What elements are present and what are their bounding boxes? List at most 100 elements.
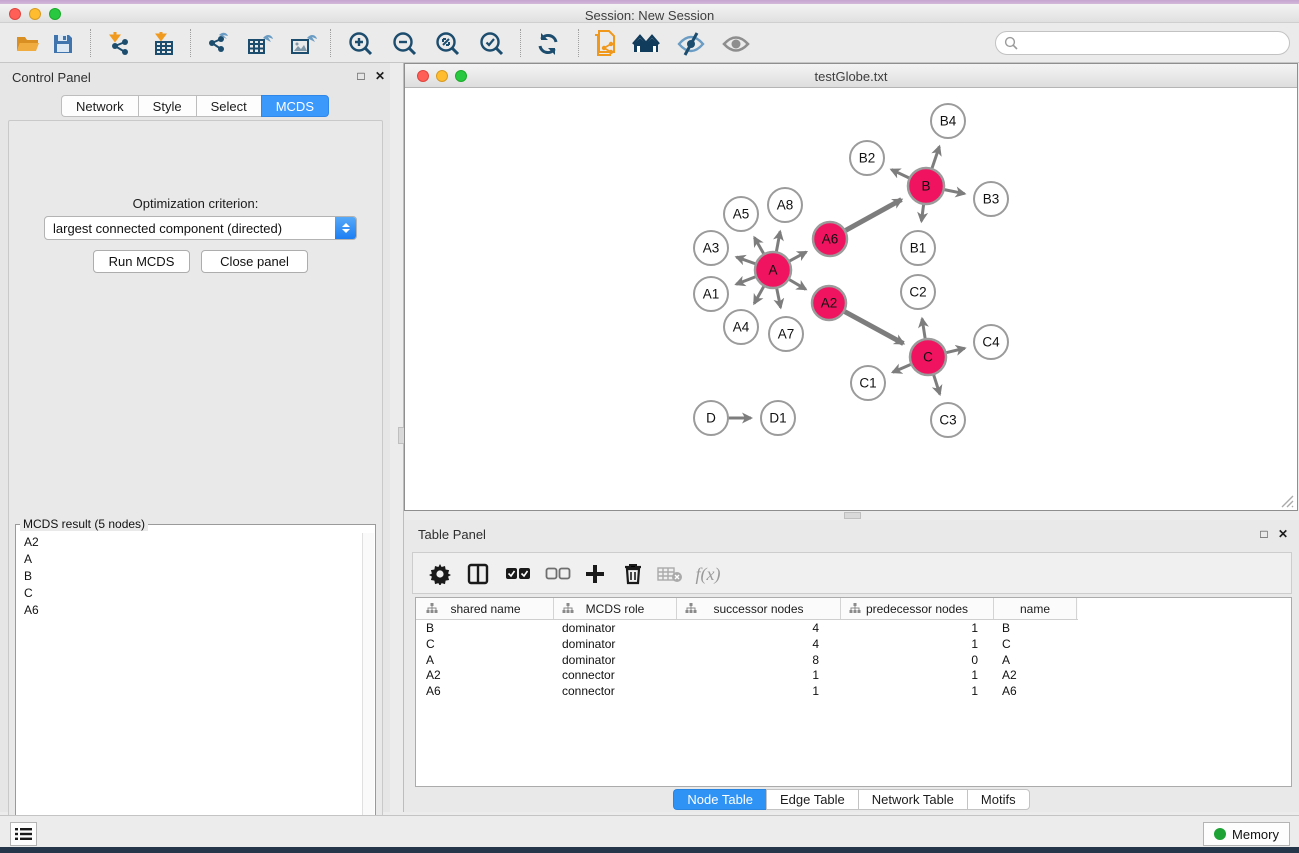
- node-B4[interactable]: B4: [931, 104, 965, 138]
- tab-network[interactable]: Network: [61, 95, 138, 117]
- refresh-icon[interactable]: [533, 29, 563, 59]
- show-columns-icon[interactable]: [463, 559, 493, 589]
- edge-B-B2[interactable]: [891, 170, 909, 179]
- edge-A-A4[interactable]: [754, 286, 764, 304]
- edge-B-B4[interactable]: [932, 147, 940, 169]
- mcds-result-item[interactable]: C: [17, 584, 362, 601]
- tab-mcds[interactable]: MCDS: [261, 95, 329, 117]
- node-B3[interactable]: B3: [974, 182, 1008, 216]
- column-header-MCDS-role[interactable]: MCDS role: [554, 598, 677, 619]
- zoom-fit-icon[interactable]: [433, 29, 463, 59]
- export-network-icon[interactable]: [203, 29, 233, 59]
- tab-style[interactable]: Style: [138, 95, 196, 117]
- edge-B-B1[interactable]: [921, 204, 923, 221]
- open-session-icon[interactable]: [13, 29, 43, 59]
- select-all-icon[interactable]: [503, 559, 533, 589]
- mcds-result-list[interactable]: A2ABCA6: [17, 533, 362, 853]
- mcds-result-item[interactable]: A: [17, 550, 362, 567]
- mcds-result-scrollbar[interactable]: [362, 533, 374, 853]
- node-A6[interactable]: A6: [813, 222, 847, 256]
- node-C1[interactable]: C1: [851, 366, 885, 400]
- tab-edge-table[interactable]: Edge Table: [766, 789, 858, 810]
- node-A1[interactable]: A1: [694, 277, 728, 311]
- edge-A-A2[interactable]: [789, 279, 806, 289]
- criterion-select[interactable]: largest connected component (directed): [44, 216, 357, 240]
- new-network-from-file-icon[interactable]: [590, 29, 620, 59]
- add-column-icon[interactable]: [580, 559, 610, 589]
- tab-select[interactable]: Select: [196, 95, 261, 117]
- edge-A-A8[interactable]: [776, 232, 780, 253]
- node-A[interactable]: A: [755, 252, 791, 288]
- float-table-panel-icon[interactable]: □: [1257, 527, 1271, 541]
- hide-selected-icon[interactable]: [676, 29, 706, 59]
- edge-A-A7[interactable]: [777, 288, 781, 308]
- import-table-icon[interactable]: [150, 29, 180, 59]
- node-C4[interactable]: C4: [974, 325, 1008, 359]
- table-row[interactable]: Bdominator41B: [416, 621, 1291, 637]
- show-all-icon[interactable]: [721, 29, 751, 59]
- memory-button[interactable]: Memory: [1203, 822, 1290, 846]
- node-A7[interactable]: A7: [769, 317, 803, 351]
- table-row[interactable]: Adominator80A: [416, 653, 1291, 669]
- window-resize-grip[interactable]: [1278, 492, 1294, 508]
- edge-C-C4[interactable]: [946, 348, 965, 353]
- network-window-titlebar[interactable]: testGlobe.txt: [405, 64, 1297, 88]
- node-A4[interactable]: A4: [724, 310, 758, 344]
- node-C2[interactable]: C2: [901, 275, 935, 309]
- close-table-panel-icon[interactable]: ✕: [1276, 527, 1290, 541]
- edge-C-C2[interactable]: [922, 319, 925, 340]
- table-row[interactable]: A6connector11A6: [416, 684, 1291, 700]
- node-A2[interactable]: A2: [812, 286, 846, 320]
- table-settings-gear-icon[interactable]: [425, 559, 455, 589]
- search-field[interactable]: [995, 31, 1290, 55]
- mcds-result-item[interactable]: A6: [17, 601, 362, 618]
- tab-motifs[interactable]: Motifs: [967, 789, 1030, 810]
- deselect-all-icon[interactable]: [543, 559, 573, 589]
- node-D1[interactable]: D1: [761, 401, 795, 435]
- node-B[interactable]: B: [908, 168, 944, 204]
- horizontal-splitter-grip[interactable]: [844, 512, 861, 519]
- first-neighbors-icon[interactable]: [632, 29, 662, 59]
- task-history-button[interactable]: [10, 822, 37, 846]
- edge-A-A1[interactable]: [736, 276, 756, 284]
- search-input[interactable]: [1023, 36, 1273, 51]
- edge-C-C1[interactable]: [893, 364, 912, 372]
- network-canvas[interactable]: AA6A2BCA5A8A3A1A4A7B4B2B3B1C2C4C1C3DD1: [406, 89, 1296, 510]
- delete-column-icon[interactable]: [618, 559, 648, 589]
- save-session-icon[interactable]: [48, 29, 78, 59]
- node-D[interactable]: D: [694, 401, 728, 435]
- node-table[interactable]: shared nameMCDS rolesuccessor nodesprede…: [415, 597, 1292, 787]
- node-A5[interactable]: A5: [724, 197, 758, 231]
- table-row[interactable]: A2connector11A2: [416, 668, 1291, 684]
- edge-A-A3[interactable]: [736, 257, 756, 264]
- zoom-selected-icon[interactable]: [477, 29, 507, 59]
- edge-B-B3[interactable]: [944, 190, 965, 194]
- edge-A-A5[interactable]: [754, 237, 764, 254]
- close-panel-icon[interactable]: ✕: [373, 69, 387, 83]
- node-A3[interactable]: A3: [694, 231, 728, 265]
- column-header-predecessor-nodes[interactable]: predecessor nodes: [841, 598, 994, 619]
- import-network-icon[interactable]: [105, 29, 135, 59]
- tab-network-table[interactable]: Network Table: [858, 789, 967, 810]
- column-header-shared-name[interactable]: shared name: [418, 598, 554, 619]
- tab-node-table[interactable]: Node Table: [673, 789, 766, 810]
- edge-A-A6[interactable]: [789, 252, 806, 262]
- node-B2[interactable]: B2: [850, 141, 884, 175]
- edge-A6-B[interactable]: [845, 200, 902, 231]
- column-header-successor-nodes[interactable]: successor nodes: [677, 598, 841, 619]
- close-panel-button[interactable]: Close panel: [201, 250, 308, 273]
- node-A8[interactable]: A8: [768, 188, 802, 222]
- edge-C-C3[interactable]: [933, 374, 939, 394]
- float-panel-icon[interactable]: □: [354, 69, 368, 83]
- table-row[interactable]: Cdominator41C: [416, 637, 1291, 653]
- mcds-result-item[interactable]: A2: [17, 533, 362, 550]
- node-B1[interactable]: B1: [901, 231, 935, 265]
- zoom-out-icon[interactable]: [390, 29, 420, 59]
- export-image-icon[interactable]: [288, 29, 318, 59]
- export-table-icon[interactable]: [245, 29, 275, 59]
- column-header-name[interactable]: name: [994, 598, 1077, 619]
- run-mcds-button[interactable]: Run MCDS: [93, 250, 190, 273]
- node-C[interactable]: C: [910, 339, 946, 375]
- edge-A2-C[interactable]: [844, 311, 903, 343]
- zoom-in-icon[interactable]: [346, 29, 376, 59]
